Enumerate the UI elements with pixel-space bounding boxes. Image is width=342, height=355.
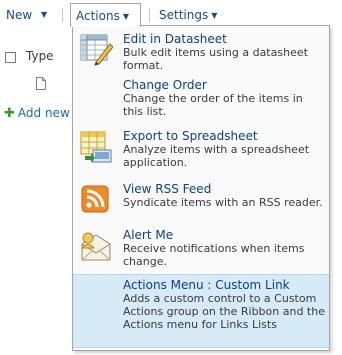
add-new-link[interactable]: ✚ Add new [4, 106, 70, 121]
document-icon [36, 77, 46, 93]
actions-button-label: Actions [76, 9, 120, 23]
new-button[interactable]: New [6, 3, 32, 27]
menu-item-change-order[interactable]: Change Order Change the order of the ite… [73, 77, 329, 121]
add-new-label: Add new [17, 106, 70, 120]
menu-item-title: Alert Me [123, 228, 174, 242]
actions-dropdown-arrow-icon: ▼ [122, 12, 129, 21]
menu-item-custom-link[interactable]: Actions Menu : Custom Link Adds a custom… [73, 274, 329, 348]
menu-item-title: Export to Spreadsheet [123, 129, 258, 143]
menu-item-description: Adds a custom control to a Custom Action… [123, 292, 325, 331]
menu-item-export-to-spreadsheet[interactable]: Export to Spreadsheet Analyze items with… [73, 128, 329, 172]
add-icon: ✚ [4, 106, 15, 121]
datasheet-icon [79, 32, 114, 66]
menu-item-description: Change the order of the items in this li… [123, 92, 303, 118]
menu-item-title: Edit in Datasheet [123, 32, 227, 46]
menu-item-description: Receive notifications when items change. [123, 242, 305, 268]
menu-item-title: Actions Menu : Custom Link [123, 278, 290, 292]
toolbar-separator [149, 8, 150, 22]
menu-item-description: Analyze items with a spreadsheet applica… [123, 143, 310, 169]
select-all-checkbox[interactable] [5, 52, 16, 63]
settings-button-label: Settings [159, 8, 209, 22]
new-dropdown-arrow-icon[interactable]: ▼ [41, 3, 47, 27]
menu-item-description: Bulk edit items using a datasheet format… [123, 46, 308, 72]
new-button-label: New [6, 8, 33, 22]
toolbar-separator [62, 8, 63, 22]
actions-menu: Edit in Datasheet Bulk edit items using … [72, 25, 330, 351]
rss-icon [79, 183, 113, 217]
spreadsheet-export-icon [79, 130, 113, 164]
list-view: Type ✚ Add new [0, 30, 80, 230]
settings-button[interactable]: Settings ▼ [159, 3, 217, 27]
alert-icon [79, 230, 113, 264]
menu-item-view-rss-feed[interactable]: View RSS Feed Syndicate items with an RS… [73, 179, 329, 223]
menu-item-alert-me[interactable]: Alert Me Receive notifications when item… [73, 226, 329, 270]
settings-dropdown-arrow-icon: ▼ [211, 11, 218, 20]
menu-item-edit-in-datasheet[interactable]: Edit in Datasheet Bulk edit items using … [73, 31, 329, 73]
actions-button[interactable]: Actions ▼ [70, 3, 141, 27]
type-column-header[interactable]: Type [26, 49, 54, 63]
menu-item-title: View RSS Feed [123, 182, 212, 196]
menu-item-description: Syndicate items with an RSS reader. [123, 196, 323, 209]
menu-item-title: Change Order [123, 78, 207, 92]
